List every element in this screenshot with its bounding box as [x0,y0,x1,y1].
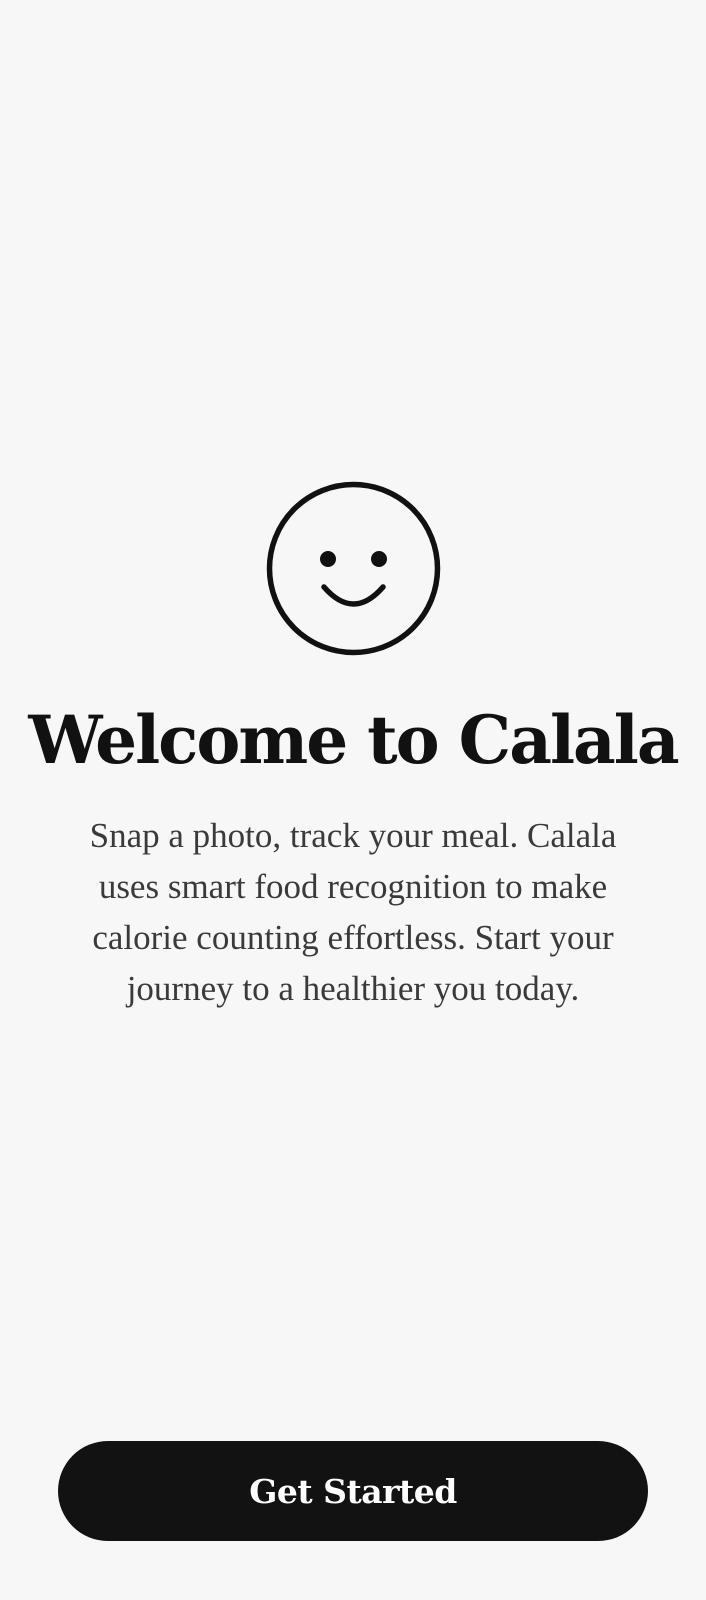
welcome-description: Snap a photo, track your meal. Calala us… [89,816,617,1008]
smiley-face-icon [266,481,441,656]
get-started-label: Get Started [249,1471,457,1511]
get-started-button[interactable]: Get Started [58,1441,648,1541]
welcome-title: Welcome to Calala [28,701,679,779]
